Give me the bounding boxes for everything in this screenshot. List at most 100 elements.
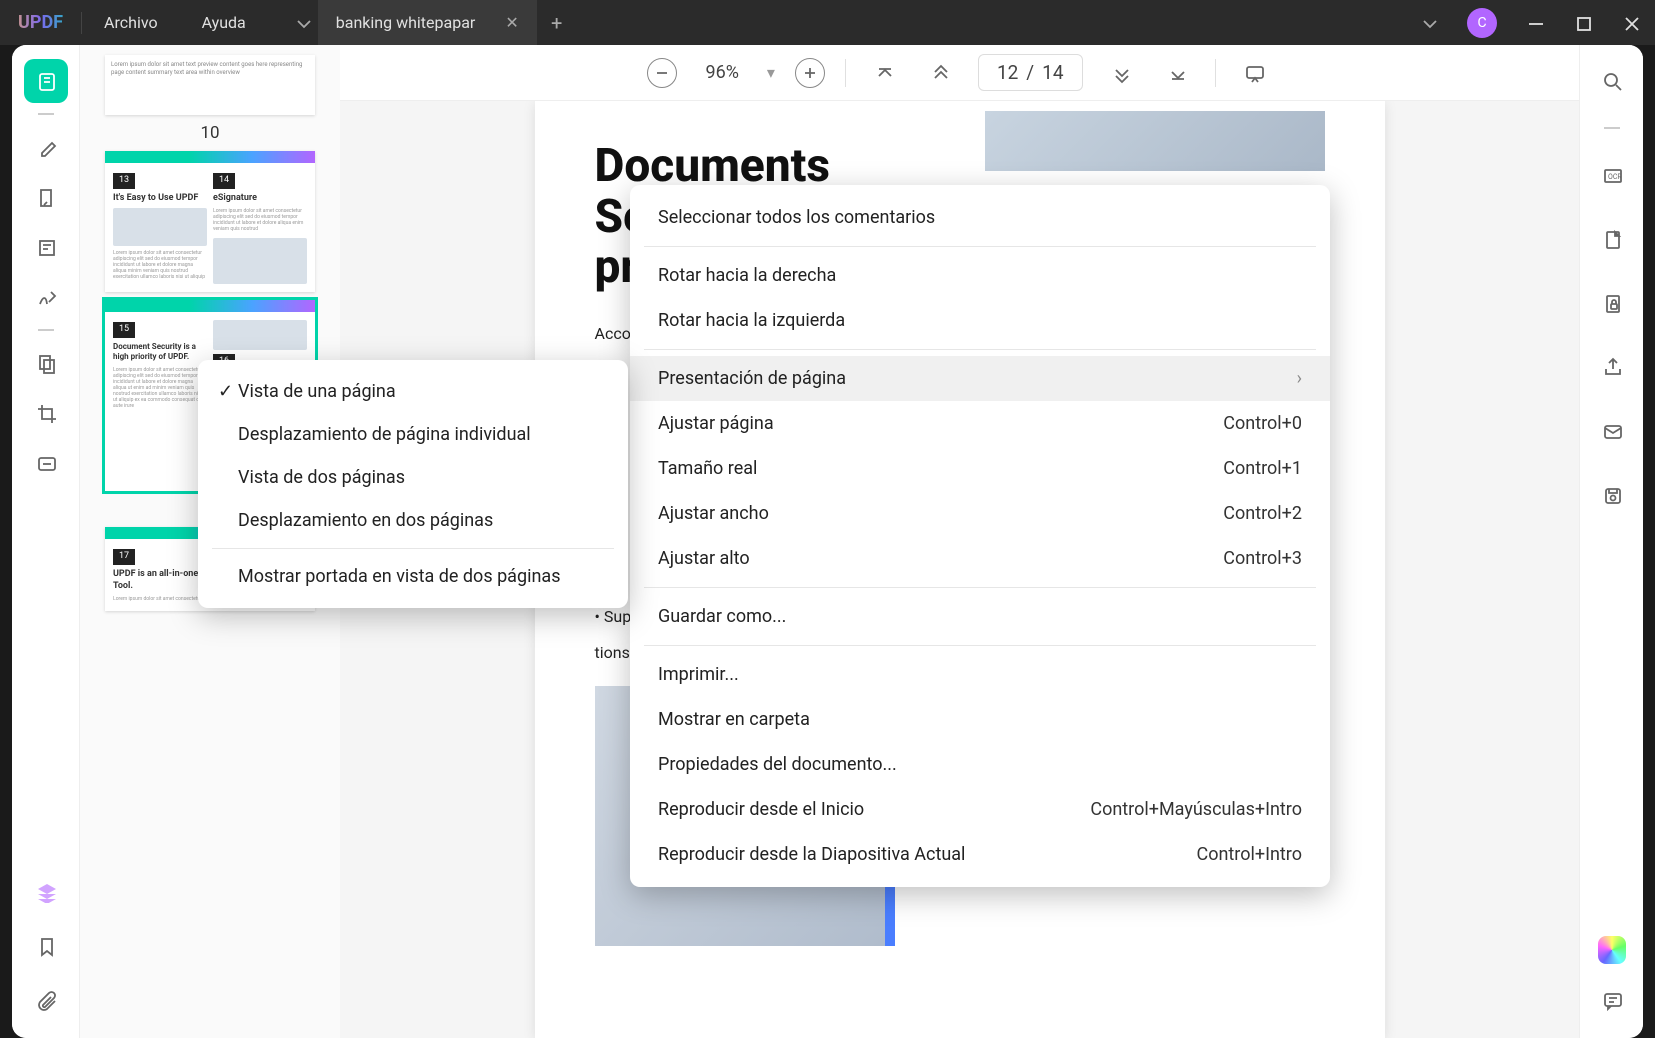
app-logo: UPDF [0, 12, 81, 33]
bookmark-button[interactable] [24, 924, 68, 968]
close-tab-icon[interactable]: ✕ [505, 13, 518, 32]
crop-tool[interactable] [24, 391, 68, 435]
tab-dropdown[interactable] [288, 0, 318, 45]
lock-file-icon [1601, 292, 1623, 314]
ocr-icon: OCR [1601, 164, 1623, 186]
cm-fit-height[interactable]: Ajustar altoControl+3 [630, 536, 1330, 581]
thumb-heading: eSignature [213, 193, 307, 205]
first-page-button[interactable] [866, 55, 902, 91]
separator [845, 59, 846, 87]
email-button[interactable] [1590, 409, 1634, 453]
window-dropdown[interactable] [1405, 0, 1453, 45]
convert-button[interactable] [1590, 217, 1634, 261]
cm-play-from-current[interactable]: Reproducir desde la Diapositiva ActualCo… [630, 832, 1330, 877]
zoom-in-button[interactable] [795, 58, 825, 88]
plus-icon [802, 65, 818, 81]
chevron-right-icon: › [1297, 368, 1302, 389]
zoom-out-button[interactable] [647, 58, 677, 88]
cm-save-as[interactable]: Guardar como... [630, 594, 1330, 639]
attachment-button[interactable] [24, 978, 68, 1022]
cm-actual-size[interactable]: Tamaño realControl+1 [630, 446, 1330, 491]
new-tab-button[interactable]: + [537, 11, 577, 35]
mail-icon [1601, 420, 1623, 442]
protect-button[interactable] [1590, 281, 1634, 325]
thumb-heading: UPDF is an all-in-one Tool. [113, 569, 207, 592]
pages-tool[interactable] [24, 341, 68, 385]
cm-fit-width[interactable]: Ajustar anchoControl+2 [630, 491, 1330, 536]
cm-doc-properties[interactable]: Propiedades del documento... [630, 742, 1330, 787]
layers-icon [35, 881, 57, 903]
comment-icon [1601, 989, 1623, 1011]
left-toolbar [12, 45, 80, 1038]
context-menu: Seleccionar todos los comentarios Rotar … [630, 185, 1330, 887]
cm-rotate-left[interactable]: Rotar hacia la izquierda [630, 298, 1330, 343]
separator [644, 246, 1316, 247]
edit-tool[interactable] [24, 175, 68, 219]
cm-show-cover[interactable]: Mostrar portada en vista de dos páginas [198, 555, 628, 598]
minimize-button[interactable] [1511, 0, 1559, 45]
total-pages: 14 [1042, 61, 1063, 84]
prev-page-button[interactable] [922, 55, 958, 91]
page-badge: 14 [213, 173, 235, 189]
cm-print[interactable]: Imprimir... [630, 652, 1330, 697]
cm-play-from-begin[interactable]: Reproducir desde el InicioControl+Mayúsc… [630, 787, 1330, 832]
right-toolbar-bottom [1590, 936, 1634, 1022]
separator [644, 645, 1316, 646]
page-indicator[interactable]: 12 / 14 [978, 54, 1083, 91]
ocr-button[interactable]: OCR [1590, 153, 1634, 197]
cm-page-display[interactable]: Presentación de página› [630, 356, 1330, 401]
present-icon [1243, 62, 1265, 84]
last-page-button[interactable] [1159, 55, 1195, 91]
cm-show-in-folder[interactable]: Mostrar en carpeta [630, 697, 1330, 742]
thumb-heading: Document Security is a high priority of … [113, 342, 207, 363]
thumbnail-label: 10 [200, 123, 219, 143]
left-toolbar-bottom [24, 870, 68, 1022]
chevron-bottom-icon [1166, 62, 1188, 84]
search-button[interactable] [1590, 59, 1634, 103]
separator [212, 548, 614, 549]
pages-icon [35, 352, 57, 374]
separator [1604, 127, 1620, 129]
hero-image [985, 111, 1325, 171]
cm-two-scroll[interactable]: Desplazamiento en dos páginas [198, 499, 628, 542]
redact-icon [35, 452, 57, 474]
comment-panel-button[interactable] [1590, 978, 1634, 1022]
layers-button[interactable] [24, 870, 68, 914]
page-badge: 13 [113, 173, 135, 189]
minus-icon [654, 65, 670, 81]
maximize-icon [1572, 12, 1594, 34]
redact-tool[interactable] [24, 441, 68, 485]
zoom-dropdown[interactable]: ▾ [767, 63, 775, 82]
paperclip-icon [35, 989, 57, 1011]
maximize-button[interactable] [1559, 0, 1607, 45]
sign-tool[interactable] [24, 275, 68, 319]
window-controls: C [1405, 0, 1655, 45]
document-tab[interactable]: banking whitepapar ✕ [318, 0, 537, 45]
cm-single-scroll[interactable]: Desplazamiento de página individual [198, 413, 628, 456]
form-icon [35, 236, 57, 258]
form-tool[interactable] [24, 225, 68, 269]
bookmark-icon [35, 935, 57, 957]
present-button[interactable] [1236, 55, 1272, 91]
thumbnail-10[interactable]: Lorem ipsum dolor sit amet text preview … [105, 55, 315, 115]
highlight-tool[interactable] [24, 125, 68, 169]
cm-two-page[interactable]: Vista de dos páginas [198, 456, 628, 499]
menu-help[interactable]: Ayuda [180, 13, 268, 32]
close-button[interactable] [1607, 0, 1655, 45]
menu-file[interactable]: Archivo [82, 13, 180, 32]
save-button[interactable] [1590, 473, 1634, 517]
page-badge: 17 [113, 549, 135, 565]
cm-single-page[interactable]: ✓Vista de una página [198, 370, 628, 413]
right-toolbar: OCR [1579, 45, 1643, 1038]
cm-rotate-right[interactable]: Rotar hacia la derecha [630, 253, 1330, 298]
separator [38, 329, 54, 331]
ai-assistant-button[interactable] [1598, 936, 1626, 964]
share-button[interactable] [1590, 345, 1634, 389]
reader-tool[interactable] [24, 59, 68, 103]
thumbnail-11[interactable]: 13 It's Easy to Use UPDF Lorem ipsum dol… [105, 151, 315, 292]
cm-select-all-comments[interactable]: Seleccionar todos los comentarios [630, 195, 1330, 240]
cm-fit-page[interactable]: Ajustar páginaControl+0 [630, 401, 1330, 446]
sign-icon [35, 286, 57, 308]
user-avatar[interactable]: C [1467, 8, 1497, 38]
next-page-button[interactable] [1103, 55, 1139, 91]
